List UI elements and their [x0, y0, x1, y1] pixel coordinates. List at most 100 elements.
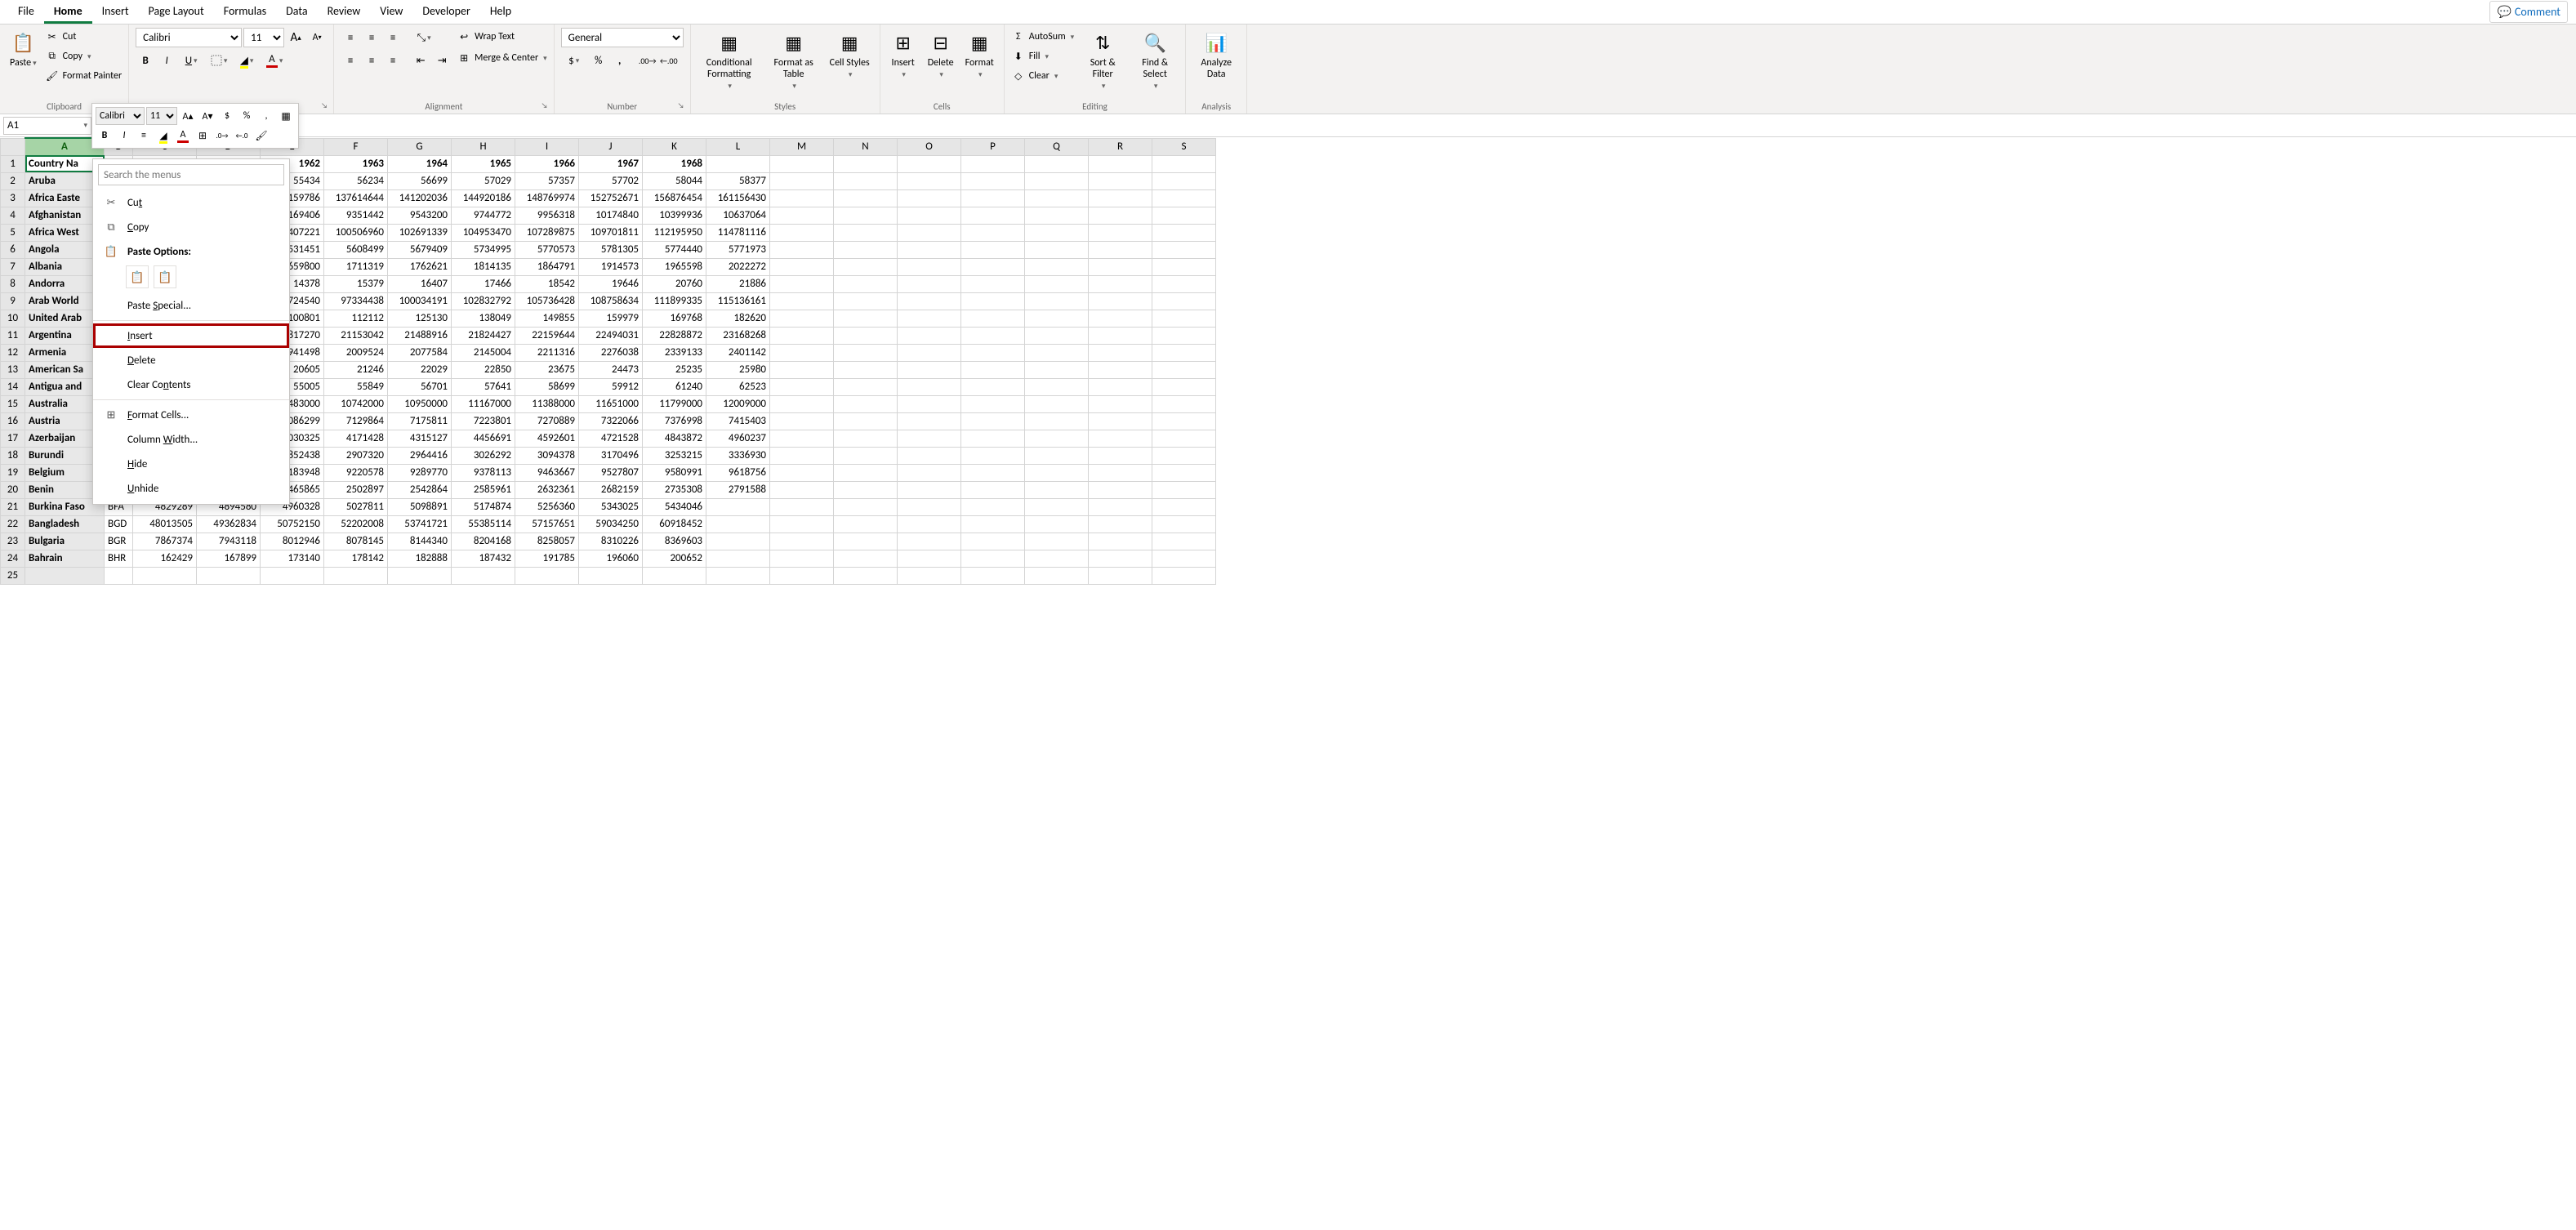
- cell[interactable]: [706, 515, 770, 533]
- cell[interactable]: 1864791: [515, 258, 579, 275]
- cell[interactable]: 57357: [515, 172, 579, 189]
- cell[interactable]: [1152, 292, 1216, 310]
- cell[interactable]: 2682159: [579, 481, 643, 498]
- cell[interactable]: 19646: [579, 275, 643, 292]
- cell[interactable]: 2077584: [388, 344, 452, 361]
- cell[interactable]: [1025, 172, 1089, 189]
- cell[interactable]: [261, 567, 324, 584]
- cell[interactable]: 58699: [515, 378, 579, 395]
- cell[interactable]: [1152, 241, 1216, 258]
- cell[interactable]: [1089, 189, 1152, 207]
- row-header-1[interactable]: 1: [1, 155, 25, 172]
- cell[interactable]: [1025, 515, 1089, 533]
- mini-font-size[interactable]: 11: [146, 107, 177, 125]
- cell[interactable]: [834, 310, 898, 327]
- cell[interactable]: 56701: [388, 378, 452, 395]
- cell[interactable]: 9744772: [452, 207, 515, 224]
- cell[interactable]: [770, 189, 834, 207]
- cell[interactable]: [834, 481, 898, 498]
- mini-font-name[interactable]: Calibri: [96, 107, 145, 125]
- cell[interactable]: [1152, 207, 1216, 224]
- cell[interactable]: 55849: [324, 378, 388, 395]
- cell[interactable]: 144920186: [452, 189, 515, 207]
- cell[interactable]: 141202036: [388, 189, 452, 207]
- cell[interactable]: 100034191: [388, 292, 452, 310]
- cell[interactable]: 7223801: [452, 412, 515, 430]
- cell[interactable]: [770, 361, 834, 378]
- cell[interactable]: 23168268: [706, 327, 770, 344]
- cell[interactable]: [834, 515, 898, 533]
- cell[interactable]: [961, 275, 1025, 292]
- cell[interactable]: 2022272: [706, 258, 770, 275]
- cell[interactable]: 10637064: [706, 207, 770, 224]
- spreadsheet-grid[interactable]: ABCDEFGHIJKLMNOPQRS1Country Na1961196219…: [0, 137, 2576, 1228]
- cell[interactable]: 22159644: [515, 327, 579, 344]
- cell[interactable]: 22494031: [579, 327, 643, 344]
- cell[interactable]: [1025, 361, 1089, 378]
- row-header-8[interactable]: 8: [1, 275, 25, 292]
- cell[interactable]: [770, 567, 834, 584]
- cell[interactable]: [1089, 344, 1152, 361]
- underline-button[interactable]: U: [178, 51, 204, 70]
- cell[interactable]: 10742000: [324, 395, 388, 412]
- cell[interactable]: 182620: [706, 310, 770, 327]
- cell[interactable]: 7129864: [324, 412, 388, 430]
- ctx-unhide[interactable]: Unhide: [93, 476, 289, 501]
- cell[interactable]: Bangladesh: [25, 515, 105, 533]
- cell[interactable]: [961, 361, 1025, 378]
- cell[interactable]: [961, 378, 1025, 395]
- cell[interactable]: [1089, 207, 1152, 224]
- ctx-cut[interactable]: ✂Cut: [93, 190, 289, 215]
- cell[interactable]: 2632361: [515, 481, 579, 498]
- row-header-22[interactable]: 22: [1, 515, 25, 533]
- cell[interactable]: 8369603: [643, 533, 706, 550]
- cell[interactable]: 18542: [515, 275, 579, 292]
- cell[interactable]: [1152, 344, 1216, 361]
- cell[interactable]: [1089, 310, 1152, 327]
- cell[interactable]: [1089, 498, 1152, 515]
- cell[interactable]: 8310226: [579, 533, 643, 550]
- cell[interactable]: [834, 498, 898, 515]
- cell[interactable]: [898, 515, 961, 533]
- cell[interactable]: 5608499: [324, 241, 388, 258]
- cell[interactable]: [770, 378, 834, 395]
- cell[interactable]: [834, 378, 898, 395]
- paste-button[interactable]: 📋 Paste: [7, 28, 40, 70]
- cell[interactable]: [1089, 515, 1152, 533]
- cell[interactable]: 102691339: [388, 224, 452, 241]
- ctx-format-cells[interactable]: ⊞Format Cells...: [93, 403, 289, 427]
- cell[interactable]: 21153042: [324, 327, 388, 344]
- cell[interactable]: [770, 481, 834, 498]
- cell[interactable]: 107289875: [515, 224, 579, 241]
- cell[interactable]: [898, 395, 961, 412]
- cell[interactable]: [961, 430, 1025, 447]
- cell[interactable]: 56699: [388, 172, 452, 189]
- row-header-4[interactable]: 4: [1, 207, 25, 224]
- cell[interactable]: [834, 395, 898, 412]
- cell[interactable]: [706, 155, 770, 172]
- col-header-F[interactable]: F: [324, 138, 388, 155]
- cell[interactable]: 167899: [197, 550, 261, 567]
- cell[interactable]: [770, 412, 834, 430]
- cell[interactable]: [1089, 567, 1152, 584]
- cell[interactable]: [1152, 533, 1216, 550]
- cell[interactable]: [834, 155, 898, 172]
- cell[interactable]: [834, 430, 898, 447]
- copy-button[interactable]: ⧉Copy: [45, 47, 123, 65]
- col-header-I[interactable]: I: [515, 138, 579, 155]
- cell[interactable]: 2585961: [452, 481, 515, 498]
- cell[interactable]: [1089, 550, 1152, 567]
- comment-button[interactable]: 💬 Comment: [2489, 1, 2568, 23]
- cell[interactable]: [961, 292, 1025, 310]
- cell[interactable]: 4721528: [579, 430, 643, 447]
- col-header-Q[interactable]: Q: [1025, 138, 1089, 155]
- cell[interactable]: 5256360: [515, 498, 579, 515]
- cell[interactable]: [961, 447, 1025, 464]
- cell[interactable]: 148769974: [515, 189, 579, 207]
- cell[interactable]: [1152, 515, 1216, 533]
- cell[interactable]: [834, 464, 898, 481]
- cell[interactable]: 52202008: [324, 515, 388, 533]
- cell[interactable]: [1025, 275, 1089, 292]
- accounting-format-button[interactable]: $: [561, 51, 587, 70]
- cell[interactable]: [898, 258, 961, 275]
